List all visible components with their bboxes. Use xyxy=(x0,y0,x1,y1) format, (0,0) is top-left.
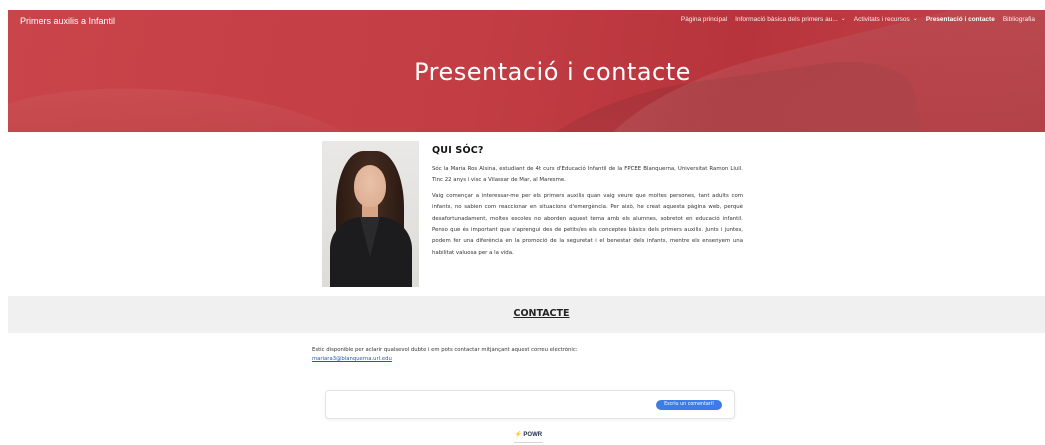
about-paragraph: Sóc la Maria Ros Alsina, estudiant de 4t… xyxy=(432,166,743,184)
chevron-down-icon: ⌄ xyxy=(840,16,846,22)
powr-footnote: ──────────── xyxy=(514,440,543,445)
nav-item-activities[interactable]: Activitats i recursos ⌄ xyxy=(850,16,922,23)
about-paragraph: Vaig començar a interessar-me per els pr… xyxy=(432,192,743,256)
nav-item-label: Informació bàsica dels primers au... xyxy=(735,16,838,23)
nav-item-basic-info[interactable]: Informació bàsica dels primers au... ⌄ xyxy=(731,16,850,23)
chevron-down-icon: ⌄ xyxy=(912,16,918,22)
write-comment-button[interactable]: Escriu un comentari! xyxy=(656,400,722,410)
nav-item-home[interactable]: Pàgina principal xyxy=(677,16,731,23)
about-text: Sóc la Maria Ros Alsina, estudiant de 4t… xyxy=(432,164,743,259)
nav-item-label: Bibliografia xyxy=(1002,16,1035,23)
main-nav: Pàgina principal Informació bàsica dels … xyxy=(677,16,1039,23)
contact-heading: CONTACTE xyxy=(513,308,570,319)
lightning-icon: ⚡ xyxy=(514,432,523,438)
comments-widget: Escriu un comentari! xyxy=(325,390,735,419)
site-title[interactable]: Primers auxilis a Infantil xyxy=(20,16,115,26)
powr-brand: POWR xyxy=(523,432,543,438)
profile-photo xyxy=(322,141,419,287)
about-heading: QUI SÓC? xyxy=(432,145,484,156)
contact-description: Estic disponible per aclarir qualsevol d… xyxy=(312,347,578,353)
powr-logo[interactable]: ⚡POWR xyxy=(0,431,1045,438)
nav-item-label: Presentació i contacte xyxy=(925,16,995,23)
nav-item-label: Activitats i recursos xyxy=(853,16,910,23)
contact-text: Estic disponible per aclarir qualsevol d… xyxy=(312,346,752,364)
hero-banner: Primers auxilis a Infantil Pàgina princi… xyxy=(8,10,1045,132)
contact-section: CONTACTE xyxy=(8,296,1045,333)
nav-item-presentation[interactable]: Presentació i contacte xyxy=(922,16,999,23)
nav-item-label: Pàgina principal xyxy=(680,16,728,23)
contact-email-link[interactable]: mariara3@blanquerna.url.edu xyxy=(312,355,752,364)
page-title: Presentació i contacte xyxy=(414,58,691,86)
photo-face xyxy=(354,165,386,207)
nav-item-bibliography[interactable]: Bibliografia xyxy=(999,16,1039,23)
